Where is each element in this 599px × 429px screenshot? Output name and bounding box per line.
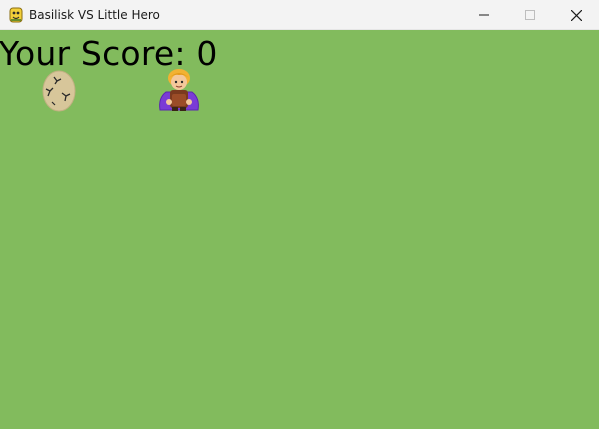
game-canvas[interactable]: Your Score: 0 bbox=[0, 30, 599, 429]
basilisk-egg-icon bbox=[42, 70, 76, 112]
minimize-button[interactable] bbox=[461, 0, 507, 30]
close-icon bbox=[570, 9, 582, 21]
minimize-icon bbox=[479, 14, 489, 16]
maximize-icon bbox=[525, 10, 535, 20]
close-button[interactable] bbox=[553, 0, 599, 30]
maximize-button[interactable] bbox=[507, 0, 553, 30]
window-title: Basilisk VS Little Hero bbox=[29, 8, 160, 22]
python-snake-icon bbox=[9, 7, 23, 23]
little-hero-icon bbox=[159, 69, 199, 111]
game-window: Basilisk VS Little Hero Your Score: 0 bbox=[0, 0, 599, 429]
title-bar[interactable]: Basilisk VS Little Hero bbox=[0, 0, 599, 30]
